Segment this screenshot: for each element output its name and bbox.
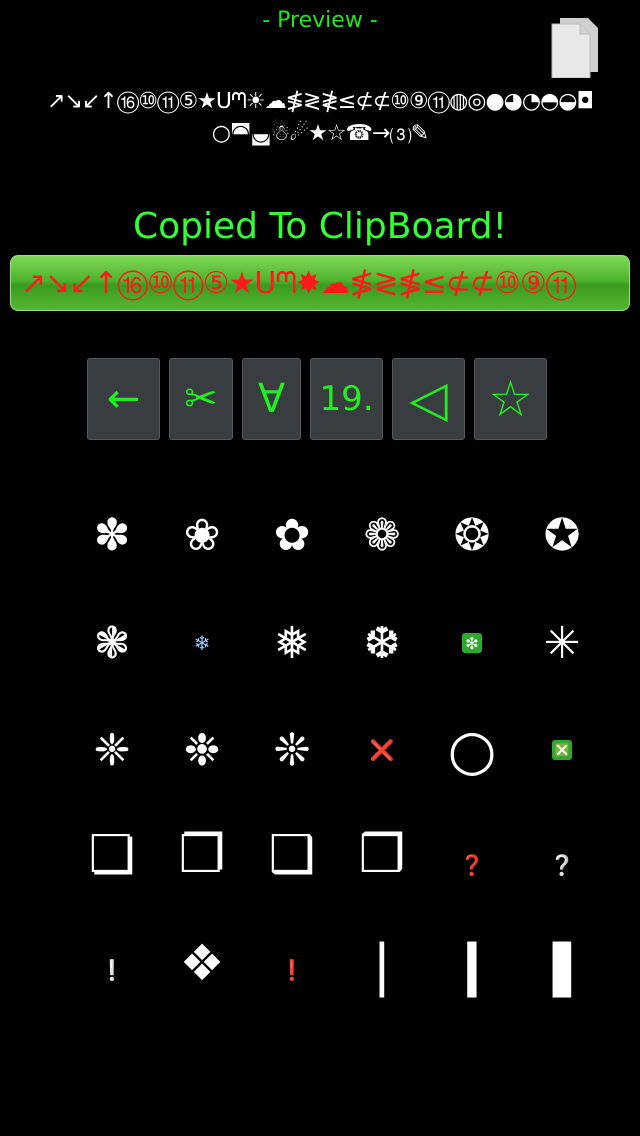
toolbar: ← ✂ ∀ 19. ◁ ☆ <box>0 358 640 440</box>
symbol-cell[interactable]: ✽ <box>67 485 157 585</box>
preview-text: ↗↘↙↑⑯⑩⑪⑤★ᑌᘉ☀☁≸≷≹≤⊄⊄⑩⑨⑪◍◎●◕◔◓◒◘○◚◛☃☄★☆☎→⑶… <box>47 89 594 146</box>
symbol-cell[interactable]: ❃ <box>67 593 157 693</box>
symbol-cell[interactable]: ❓ <box>427 815 517 915</box>
symbol-cell[interactable]: ○ <box>427 700 517 800</box>
copied-status: Copied To ClipBoard! <box>132 206 508 247</box>
cut-button[interactable]: ✂ <box>169 358 233 440</box>
symbol-cell[interactable]: ❁ <box>337 485 427 585</box>
symbol-cell[interactable]: ❕ <box>67 920 157 1020</box>
sparkle-box-icon: ❇ <box>462 633 482 653</box>
symbol-cell[interactable]: ❆ <box>337 593 427 693</box>
symbol-cell[interactable]: ❉ <box>157 700 247 800</box>
symbol-cell[interactable]: ❌ <box>337 700 427 800</box>
output-bar[interactable]: ↗↘↙↑⑯⑩⑪⑤★ᑌᘉ✸☁≸≷≸≤⊄⊄⑩⑨⑪ <box>10 255 630 311</box>
cross-box-icon: ❎ <box>552 740 572 760</box>
symbol-cell[interactable]: ❊ <box>247 700 337 800</box>
symbol-cell[interactable]: ❐ <box>157 805 247 905</box>
triangle-button[interactable]: ◁ <box>392 358 465 440</box>
symbol-cell[interactable]: ❄ <box>157 593 247 693</box>
symbol-cell[interactable]: ✳ <box>517 593 607 693</box>
counter-button[interactable]: 19. <box>310 358 383 440</box>
symbol-cell[interactable]: ❖ <box>157 913 247 1013</box>
symbol-cell[interactable]: ❏ <box>67 805 157 905</box>
forall-button[interactable]: ∀ <box>242 358 301 440</box>
symbol-cell[interactable]: ❘ <box>337 915 427 1015</box>
copy-icon[interactable] <box>550 12 602 79</box>
symbol-cell[interactable]: ❈ <box>67 700 157 800</box>
symbol-cell[interactable]: ✿ <box>247 485 337 585</box>
output-text: ↗↘↙↑⑯⑩⑪⑤★ᑌᘉ✸☁≸≷≸≤⊄⊄⑩⑨⑪ <box>21 265 576 301</box>
star-button[interactable]: ☆ <box>474 358 547 440</box>
symbol-cell[interactable]: ❑ <box>247 805 337 905</box>
symbol-cell[interactable]: ❗ <box>247 920 337 1020</box>
symbol-cell[interactable]: ❀ <box>157 485 247 585</box>
symbol-cell[interactable]: ❎ <box>517 700 607 800</box>
symbol-cell[interactable]: ✪ <box>517 485 607 585</box>
symbol-cell[interactable]: ❙ <box>427 915 517 1015</box>
back-button[interactable]: ← <box>87 358 160 440</box>
symbol-cell[interactable]: ❚ <box>517 915 607 1015</box>
symbol-cell[interactable]: ❒ <box>337 805 427 905</box>
symbol-cell[interactable]: ❇ <box>427 593 517 693</box>
preview-title: - Preview - <box>262 8 378 33</box>
symbol-cell[interactable]: ❔ <box>517 815 607 915</box>
symbol-cell[interactable]: ❂ <box>427 485 517 585</box>
symbol-cell[interactable]: ❅ <box>247 593 337 693</box>
